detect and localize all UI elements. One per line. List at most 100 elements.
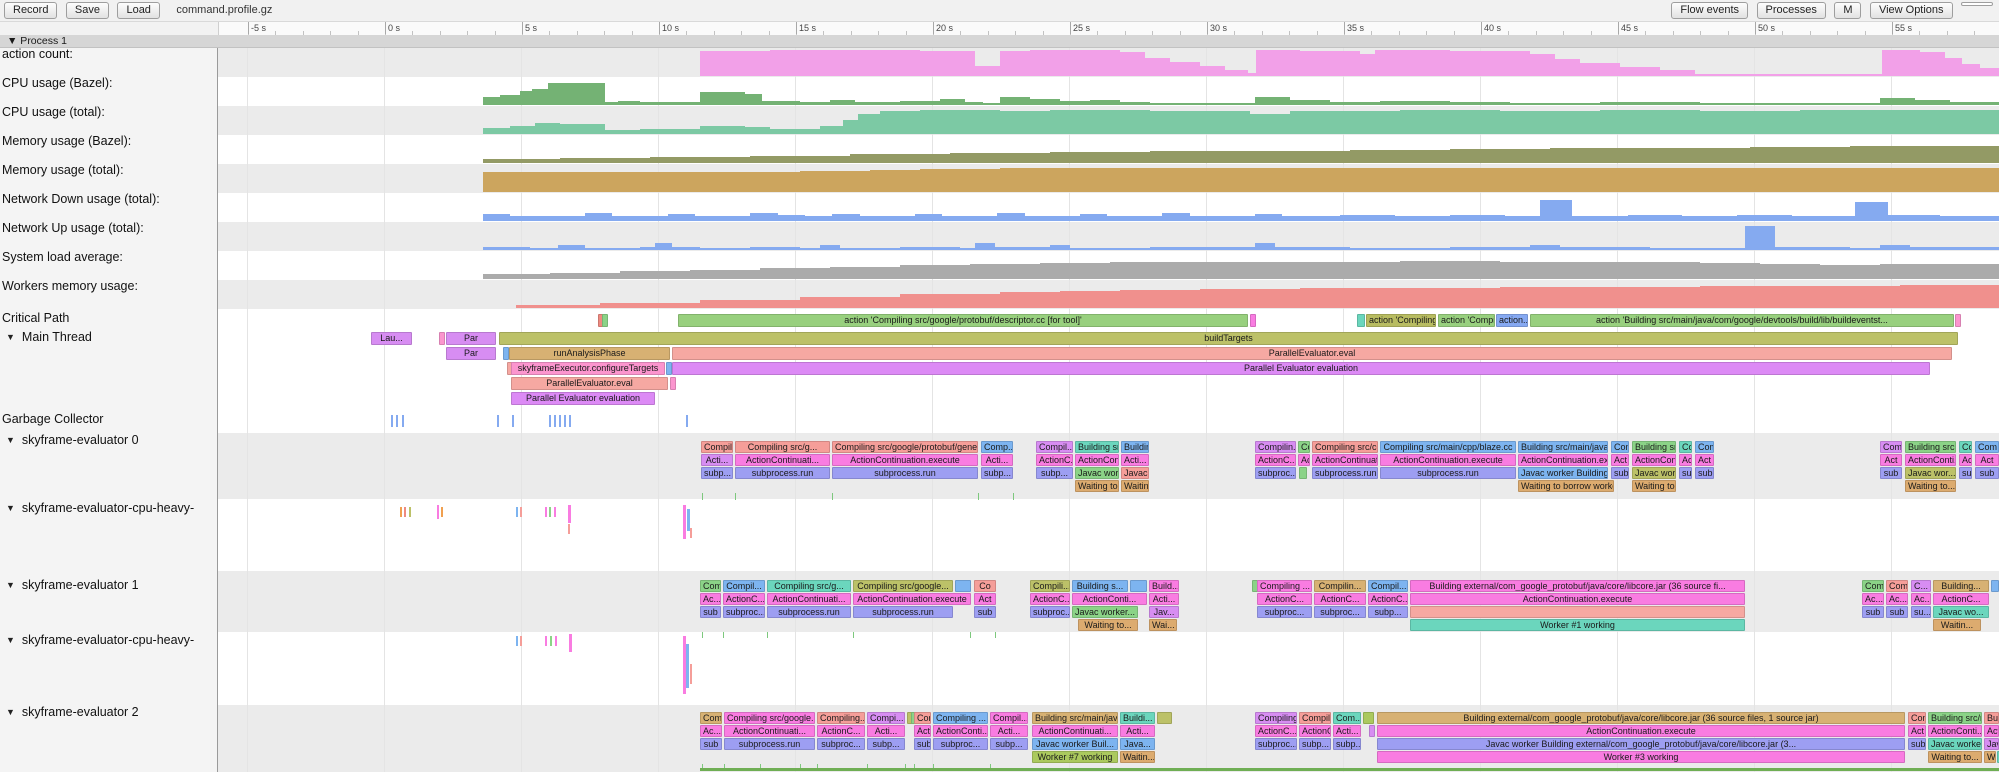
gc-event-tick[interactable]: [396, 415, 398, 427]
slice-skyframe-evaluator-2[interactable]: Building src/main/jav...: [1032, 712, 1118, 724]
slice-skyframe-evaluator-2[interactable]: ActionContinuati...: [724, 725, 815, 737]
slice-skyframe-evaluator-1[interactable]: Wai...: [1149, 619, 1177, 631]
slice-skyframe-evaluator-0[interactable]: Comp...: [981, 441, 1013, 453]
slice-skyframe-evaluator-2[interactable]: Acti...: [1120, 725, 1155, 737]
slice-skyframe-evaluator-0[interactable]: ActionContinuation.execute: [1380, 454, 1516, 466]
slice-skyframe-evaluator-2[interactable]: Com: [914, 712, 931, 724]
counter-chart-system-load-average[interactable]: [218, 251, 1999, 280]
counter-chart-memory-usage-total[interactable]: [218, 164, 1999, 193]
slice-critical-path[interactable]: [1955, 314, 1961, 327]
slice-skyframe-evaluator-0[interactable]: Building src...: [1632, 441, 1676, 453]
slice-skyframe-evaluator-2[interactable]: Building src/ma...: [1928, 712, 1982, 724]
slice-skyframe-evaluator-1[interactable]: Ac...: [1862, 593, 1884, 605]
slice-skyframe-evaluator-2[interactable]: ActionContinuation.execute: [1377, 725, 1905, 737]
slice-skyframe-evaluator-0[interactable]: subprocess.run: [832, 467, 978, 479]
collapse-arrow-icon[interactable]: ▼: [6, 635, 15, 645]
slice-skyframe-evaluator-2[interactable]: subproc...: [933, 738, 988, 750]
gc-event-tick[interactable]: [549, 415, 551, 427]
cpu-heavy-1-event-tick[interactable]: [550, 636, 552, 646]
slice-skyframe-evaluator-2[interactable]: ActionC...: [1255, 725, 1297, 737]
cpu-heavy-0-event-tick[interactable]: [404, 507, 406, 517]
extra-button[interactable]: [1961, 2, 1993, 6]
slice-skyframe-evaluator-0[interactable]: Act: [1880, 454, 1902, 466]
slice-skyframe-evaluator-1[interactable]: subproc...: [723, 606, 765, 618]
gc-event-tick[interactable]: [497, 415, 499, 427]
slice-skyframe-evaluator-0[interactable]: [1299, 467, 1307, 479]
slice-skyframe-evaluator-2[interactable]: Compiling src/google...: [724, 712, 815, 724]
slice-main-thread[interactable]: buildTargets: [499, 332, 1958, 345]
cpu-heavy-1-event-tick[interactable]: [555, 636, 557, 646]
slice-skyframe-evaluator-2[interactable]: Ac...: [700, 725, 722, 737]
slice-skyframe-evaluator-0[interactable]: Waiting to borrow worker: [1518, 480, 1614, 492]
slice-skyframe-evaluator-1[interactable]: Ac...: [1886, 593, 1908, 605]
slice-skyframe-evaluator-2[interactable]: Waitin...: [1984, 751, 1996, 763]
slice-skyframe-evaluator-1[interactable]: ActionContinuation.execute: [853, 593, 971, 605]
slice-skyframe-evaluator-1[interactable]: Acti...: [1149, 593, 1179, 605]
slice-main-thread[interactable]: [439, 332, 445, 345]
track-group-label[interactable]: ▼skyframe-evaluator-cpu-heavy-: [6, 501, 194, 515]
slice-skyframe-evaluator-2[interactable]: Building external/com_google_protobuf/ja…: [1377, 712, 1905, 724]
slice-skyframe-evaluator-2[interactable]: Compiling...: [1255, 712, 1297, 724]
slice-skyframe-evaluator-0[interactable]: ActionContinuation.execute: [1518, 454, 1608, 466]
view-options-button[interactable]: View Options: [1870, 2, 1953, 19]
slice-skyframe-evaluator-0[interactable]: subp...: [1036, 467, 1073, 479]
slice-skyframe-evaluator-2[interactable]: subp...: [1299, 738, 1331, 750]
slice-skyframe-evaluator-0[interactable]: subprocess.run: [735, 467, 830, 479]
slice-skyframe-evaluator-1[interactable]: Building s...: [1072, 580, 1128, 592]
slice-skyframe-evaluator-0[interactable]: Co: [1298, 441, 1310, 453]
slice-skyframe-evaluator-2[interactable]: subproc...: [1255, 738, 1297, 750]
slice-skyframe-evaluator-1[interactable]: sub: [974, 606, 996, 618]
slice-skyframe-evaluator-1[interactable]: ActionC...: [1368, 593, 1408, 605]
slice-skyframe-evaluator-2[interactable]: Compil...: [990, 712, 1028, 724]
slice-skyframe-evaluator-2[interactable]: ActionContinuati...: [1032, 725, 1118, 737]
slice-skyframe-evaluator-1[interactable]: sub: [1886, 606, 1908, 618]
slice-skyframe-evaluator-1[interactable]: Javac wo...: [1933, 606, 1989, 618]
slice-skyframe-evaluator-2[interactable]: Javac worker Building external/com_googl…: [1377, 738, 1905, 750]
record-button[interactable]: Record: [4, 2, 57, 19]
slice-skyframe-evaluator-1[interactable]: ActionC...: [723, 593, 765, 605]
track-group-label[interactable]: ▼skyframe-evaluator-cpu-heavy-: [6, 633, 194, 647]
slice-skyframe-evaluator-1[interactable]: Ac...: [700, 593, 721, 605]
process-header[interactable]: ▼ Process 1: [0, 35, 1999, 48]
slice-skyframe-evaluator-1[interactable]: ActionC...: [1257, 593, 1312, 605]
slice-skyframe-evaluator-0[interactable]: Waitin...: [1121, 480, 1149, 492]
slice-skyframe-evaluator-0[interactable]: sub: [1695, 467, 1714, 479]
slice-skyframe-evaluator-0[interactable]: Building src/main/java/com/go...: [1518, 441, 1608, 453]
slice-skyframe-evaluator-2[interactable]: [1363, 712, 1374, 724]
track-group-label[interactable]: ▼Main Thread: [6, 330, 92, 344]
slice-skyframe-evaluator-2[interactable]: subp...: [990, 738, 1028, 750]
slice-skyframe-evaluator-1[interactable]: Compiling src/google...: [853, 580, 953, 592]
slice-skyframe-evaluator-1[interactable]: Com: [700, 580, 721, 592]
slice-skyframe-evaluator-2[interactable]: Com: [700, 712, 722, 724]
slice-skyframe-evaluator-0[interactable]: Com: [1975, 441, 1999, 453]
slice-skyframe-evaluator-2[interactable]: Javac worker...: [1928, 738, 1982, 750]
slice-skyframe-evaluator-2[interactable]: [1369, 725, 1375, 737]
slice-skyframe-evaluator-0[interactable]: sub: [1679, 467, 1692, 479]
slice-main-thread[interactable]: Par: [446, 347, 496, 360]
slice-skyframe-evaluator-0[interactable]: Act: [1975, 454, 1999, 466]
slice-skyframe-evaluator-1[interactable]: Compilin...: [1314, 580, 1366, 592]
slice-critical-path[interactable]: [1357, 314, 1365, 327]
slice-skyframe-evaluator-2[interactable]: Act: [1908, 725, 1926, 737]
slice-skyframe-evaluator-0[interactable]: Com: [1880, 441, 1902, 453]
slice-skyframe-evaluator-1[interactable]: Worker #1 working: [1410, 619, 1745, 631]
slice-critical-path[interactable]: action 'Compili...: [1438, 314, 1495, 327]
collapse-arrow-icon[interactable]: ▼: [6, 580, 15, 590]
slice-skyframe-evaluator-0[interactable]: Acti...: [701, 454, 733, 466]
counter-chart-memory-usage-bazel[interactable]: [218, 135, 1999, 164]
gc-event-tick[interactable]: [391, 415, 393, 427]
cpu-heavy-0-event-tick[interactable]: [549, 507, 551, 517]
slice-skyframe-evaluator-1[interactable]: [1410, 606, 1745, 618]
slice-skyframe-evaluator-1[interactable]: ActionC...: [1030, 593, 1070, 605]
slice-skyframe-evaluator-0[interactable]: ActionConti...: [1632, 454, 1676, 466]
slice-skyframe-evaluator-1[interactable]: Com: [1862, 580, 1884, 592]
slice-skyframe-evaluator-0[interactable]: Acti...: [981, 454, 1013, 466]
slice-skyframe-evaluator-0[interactable]: Acti...: [1121, 454, 1149, 466]
slice-skyframe-evaluator-2[interactable]: sub: [1908, 738, 1926, 750]
slice-skyframe-evaluator-1[interactable]: ActionContinuati...: [767, 593, 851, 605]
slice-main-thread[interactable]: runAnalysisPhase: [509, 347, 670, 360]
slice-skyframe-evaluator-0[interactable]: Javac wor...: [1632, 467, 1676, 479]
counter-chart-network-up-usage[interactable]: [218, 222, 1999, 251]
gc-event-tick[interactable]: [686, 415, 688, 427]
slice-skyframe-evaluator-0[interactable]: Waiting to...: [1632, 480, 1676, 492]
